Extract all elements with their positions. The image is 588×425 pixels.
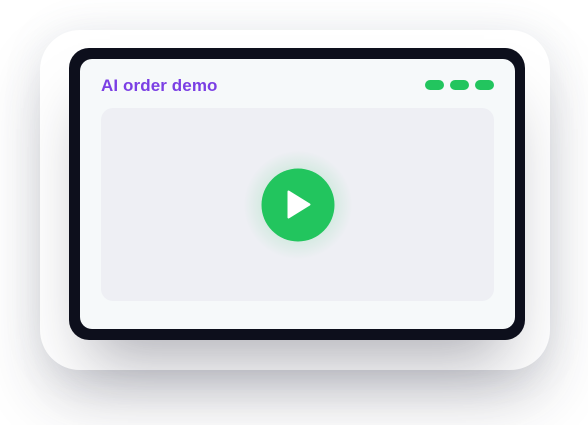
play-button[interactable] bbox=[261, 168, 334, 241]
app-title: AI order demo bbox=[101, 76, 218, 95]
tablet-screen: AI order demo bbox=[80, 59, 515, 329]
window-control-1[interactable] bbox=[425, 80, 444, 90]
play-icon bbox=[287, 190, 311, 219]
tablet-frame: AI order demo bbox=[69, 48, 525, 340]
window-control-2[interactable] bbox=[450, 80, 469, 90]
video-player[interactable] bbox=[101, 108, 494, 301]
stage: AI order demo bbox=[0, 0, 588, 425]
window-control-3[interactable] bbox=[475, 80, 494, 90]
window-controls bbox=[425, 80, 494, 90]
